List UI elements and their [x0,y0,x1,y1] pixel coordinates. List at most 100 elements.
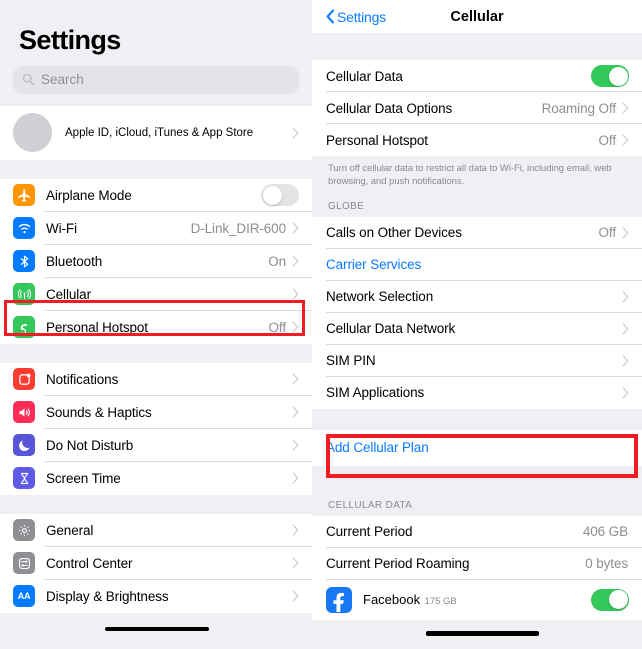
row-label: Cellular Data [326,68,403,84]
row-label: SIM PIN [326,353,376,369]
sidebar-item-airplane-mode[interactable]: Airplane Mode [0,178,312,212]
cellular-antenna-icon [13,283,35,306]
row-add-cellular-plan[interactable]: Add Cellular Plan [312,429,642,466]
sidebar-item-label: Bluetooth [46,253,103,269]
chevron-right-icon [622,102,629,114]
row-cellular-data[interactable]: Cellular Data [312,60,642,92]
settings-sidebar-panel: Settings Search Apple ID, iCloud, iTunes… [0,0,312,649]
sidebar-item-label: Cellular [46,286,91,302]
sidebar-item-label: Airplane Mode [46,187,132,203]
app-name: Facebook [363,591,421,607]
chevron-right-icon [292,321,299,333]
row-network-selection[interactable]: Network Selection [312,280,642,313]
sidebar-item-value: On [268,253,286,269]
row-label: Cellular Data Options [326,100,453,116]
back-button-label: Settings [337,8,386,25]
row-label: Carrier Services [326,257,422,273]
row-label: Personal Hotspot [326,132,428,148]
ios-settings-split-screenshot: Settings Search Apple ID, iCloud, iTunes… [0,0,642,649]
gear-icon [13,519,35,542]
airplane-mode-toggle[interactable] [261,184,299,207]
connectivity-group: Airplane Mode Wi-Fi D-Link_DIR-600 Bluet… [0,178,312,344]
chevron-right-icon [292,406,299,418]
chevron-left-icon [326,9,335,24]
row-value: 0 bytes [585,556,628,572]
row-current-period[interactable]: Current Period 406 GB [312,515,642,548]
section-spacer [312,33,642,60]
chevron-right-icon [292,557,299,569]
notifications-icon [13,368,35,391]
sidebar-item-screen-time[interactable]: Screen Time [0,461,312,495]
app-info: Facebook 175 GB [363,591,591,609]
row-personal-hotspot[interactable]: Personal Hotspot Off [312,124,642,156]
back-button[interactable]: Settings [326,9,386,25]
sidebar-item-bluetooth[interactable]: Bluetooth On [0,244,312,278]
sidebar-item-wifi[interactable]: Wi-Fi D-Link_DIR-600 [0,211,312,245]
hotspot-icon [13,316,35,339]
sidebar-item-general[interactable]: General [0,513,312,547]
section-spacer [312,408,642,430]
sidebar-item-label: Display & Brightness [46,588,169,604]
row-cellular-data-options[interactable]: Cellular Data Options Roaming Off [312,92,642,124]
sidebar-item-value: Off [268,319,287,335]
sidebar-item-display-brightness[interactable]: AA Display & Brightness [0,579,312,613]
row-sim-pin[interactable]: SIM PIN [312,344,642,377]
sidebar-item-label: Wi-Fi [46,220,77,236]
sidebar-item-notifications[interactable]: Notifications [0,362,312,396]
search-icon [22,73,35,86]
row-value: Off [598,225,617,241]
group-spacer [0,343,312,363]
chevron-right-icon [622,134,629,146]
chevron-right-icon [622,355,629,367]
row-label: SIM Applications [326,385,425,401]
chevron-right-icon [622,227,629,239]
sidebar-item-value: D-Link_DIR-600 [190,220,286,236]
app-data-usage: 175 GB [424,595,457,607]
sidebar-item-label: Notifications [46,371,119,387]
notifications-group: Notifications Sounds & Haptics Do Not Di… [0,362,312,495]
sidebar-item-sounds-haptics[interactable]: Sounds & Haptics [0,395,312,429]
sidebar-item-personal-hotspot[interactable]: Personal Hotspot Off [0,310,312,344]
display-brightness-icon: AA [13,585,35,608]
chevron-right-icon [622,323,629,335]
sidebar-item-control-center[interactable]: Control Center [0,546,312,580]
row-sim-applications[interactable]: SIM Applications [312,376,642,409]
facebook-cellular-toggle[interactable] [591,588,629,611]
chevron-right-icon [292,373,299,385]
sidebar-item-cellular[interactable]: Cellular [0,277,312,311]
row-value: Off [598,132,617,148]
sidebar-item-label: Do Not Disturb [46,437,134,453]
chevron-right-icon [292,222,299,234]
facebook-icon [326,586,352,613]
redaction-bar-display-brightness [105,627,209,631]
settings-header: Settings [0,0,312,56]
row-cellular-data-network[interactable]: Cellular Data Network [312,312,642,345]
row-carrier-services[interactable]: Carrier Services [312,248,642,281]
toggle-knob [608,590,628,610]
cellular-data-group: Cellular Data Cellular Data Options Roam… [312,60,642,156]
sidebar-item-do-not-disturb[interactable]: Do Not Disturb [0,428,312,462]
sidebar-item-label: Screen Time [46,470,121,486]
cellular-data-footnote: Turn off cellular data to restrict all d… [312,156,642,189]
section-header-globe: GLOBE [312,188,642,217]
chevron-right-icon [292,524,299,536]
search-input[interactable]: Search [13,65,299,94]
row-app-facebook[interactable]: Facebook 175 GB [312,579,642,620]
chevron-right-icon [292,288,299,300]
group-spacer [0,494,312,514]
toggle-knob [608,66,628,86]
row-current-period-roaming[interactable]: Current Period Roaming 0 bytes [312,547,642,580]
hourglass-icon [13,467,35,490]
cellular-usage-group: Current Period 406 GB Current Period Roa… [312,515,642,620]
apple-id-row[interactable]: Apple ID, iCloud, iTunes & App Store [0,105,312,160]
account-group: Apple ID, iCloud, iTunes & App Store [0,105,312,160]
row-value: Roaming Off [541,100,617,116]
chevron-right-icon [622,291,629,303]
control-center-icon [13,552,35,575]
apple-id-label: Apple ID, iCloud, iTunes & App Store [65,126,254,139]
row-value: 406 GB [582,524,628,540]
chevron-right-icon [292,590,299,602]
cellular-data-toggle[interactable] [591,65,629,87]
row-calls-on-other-devices[interactable]: Calls on Other Devices Off [312,216,642,249]
section-header-cellular-data: CELLULAR DATA [312,465,642,516]
